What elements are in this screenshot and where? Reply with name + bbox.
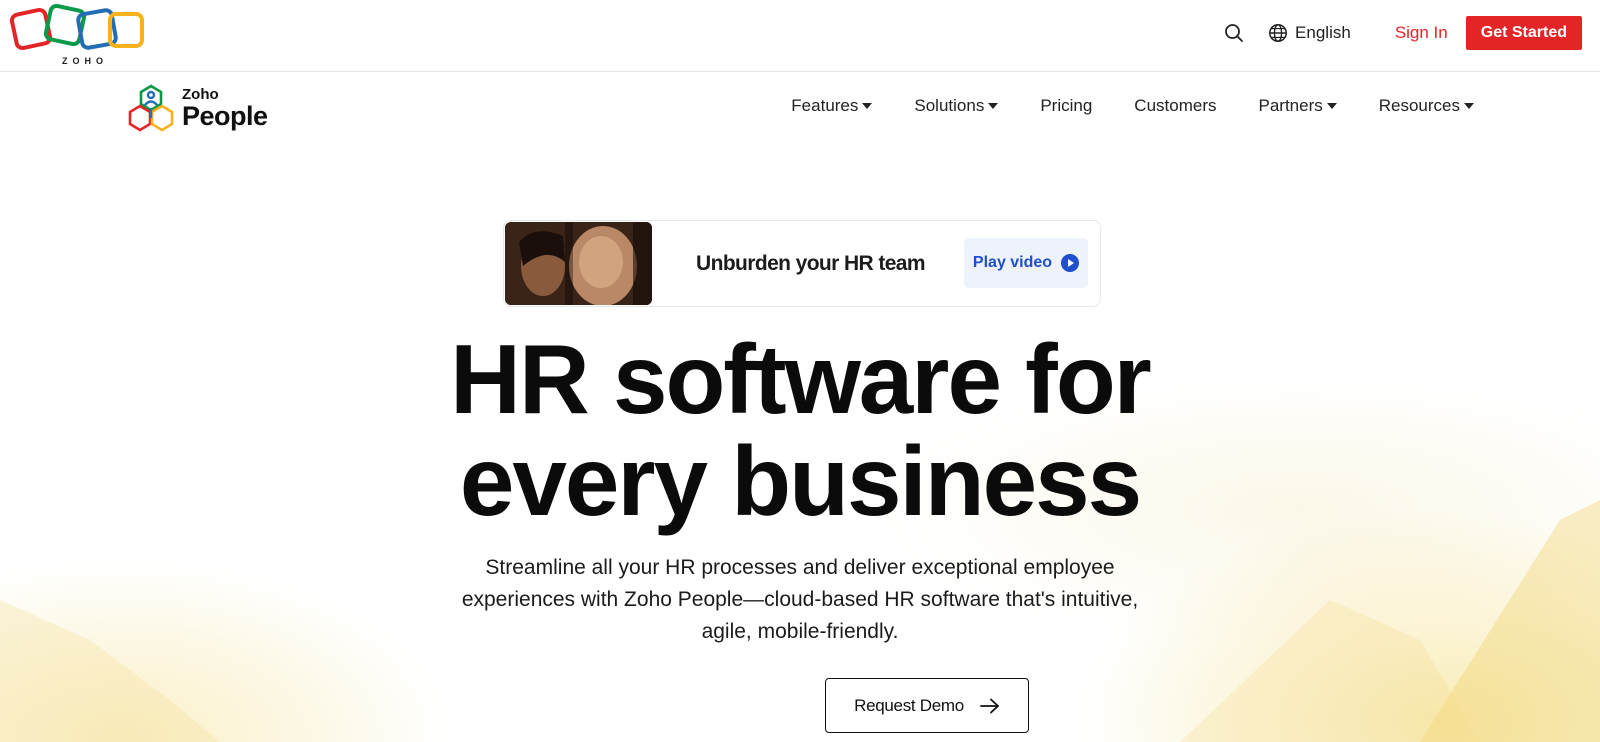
nav-menu: Features Solutions Pricing Customers Par… <box>749 96 1474 116</box>
nav-item-pricing[interactable]: Pricing <box>1040 96 1092 116</box>
zoho-logo-icon <box>9 3 144 51</box>
nav-item-label: Pricing <box>1040 96 1093 115</box>
caret-down-icon <box>1464 103 1474 109</box>
video-thumbnail-image <box>505 222 652 305</box>
zoho-people-logo[interactable]: Zoho People <box>128 84 268 132</box>
hero-headline: HR software for every business <box>300 328 1300 532</box>
video-card-title: Unburden your HR team <box>696 251 926 275</box>
nav-item-label: Partners <box>1258 96 1323 115</box>
request-demo-label: Request Demo <box>854 695 964 715</box>
top-right-actions: English Sign In Get Started <box>1222 16 1582 50</box>
page: ZOHO English Sign In Get Started Zoho Pe… <box>0 0 1600 742</box>
get-started-button[interactable]: Get Started <box>1465 16 1582 50</box>
nav-item-label: Resources <box>1378 96 1460 115</box>
arrow-right-icon <box>979 698 999 713</box>
caret-down-icon <box>1326 103 1337 109</box>
nav-item-customers[interactable]: Customers <box>1134 96 1216 116</box>
play-video-label: Play video <box>972 254 1053 271</box>
caret-down-icon <box>988 103 999 109</box>
zoho-logo[interactable]: ZOHO <box>9 3 146 66</box>
globe-icon <box>1269 24 1287 42</box>
language-label: English <box>1295 23 1351 42</box>
top-bar: ZOHO English Sign In Get Started <box>0 0 1600 72</box>
people-logo-icon <box>128 84 174 132</box>
request-demo-button[interactable]: Request Demo <box>825 678 1029 733</box>
nav-item-label: Features <box>791 96 859 115</box>
people-logo-product: People <box>182 100 268 131</box>
hero-headline-line2: every business <box>459 426 1142 536</box>
video-promo-card[interactable]: Unburden your HR team Play video <box>503 220 1101 307</box>
zoho-wordmark: ZOHO <box>62 56 108 66</box>
people-logo-brand: Zoho <box>182 85 219 103</box>
caret-down-icon <box>862 103 873 109</box>
product-nav: Zoho People Features Solutions Pricing C… <box>0 72 1600 146</box>
play-video-button[interactable]: Play video <box>964 238 1088 288</box>
video-thumbnail[interactable] <box>505 222 652 305</box>
hero-subtext: Streamline all your HR processes and del… <box>461 556 1139 643</box>
nav-item-partners[interactable]: Partners <box>1258 96 1337 116</box>
hero-headline-line1: HR software for <box>450 324 1152 434</box>
search-button[interactable] <box>1222 21 1246 45</box>
nav-item-label: Solutions <box>914 96 985 115</box>
search-icon <box>1225 24 1243 42</box>
play-icon <box>1061 254 1080 272</box>
people-logo-text: Zoho People <box>182 87 268 130</box>
nav-item-features[interactable]: Features <box>791 96 873 116</box>
sign-in-link[interactable]: Sign In <box>1395 23 1448 43</box>
nav-item-resources[interactable]: Resources <box>1379 96 1474 116</box>
nav-item-label: Customers <box>1134 96 1217 115</box>
nav-item-solutions[interactable]: Solutions <box>914 96 999 116</box>
language-selector[interactable]: English <box>1268 23 1351 43</box>
